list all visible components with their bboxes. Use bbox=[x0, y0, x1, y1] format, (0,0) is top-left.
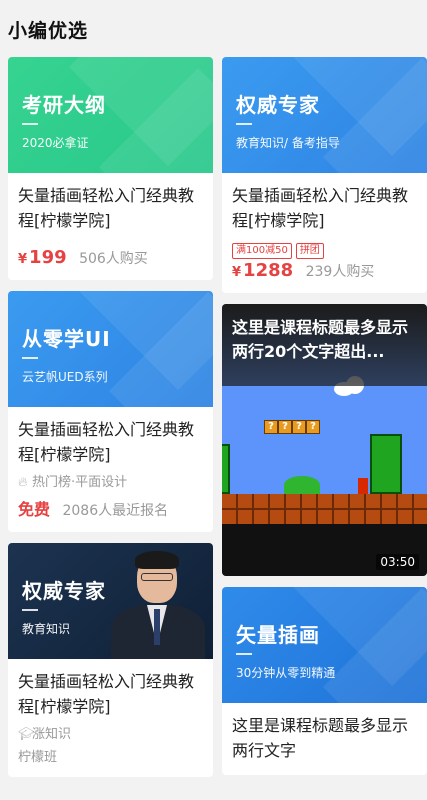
banner-title: 从零学UI bbox=[22, 327, 111, 351]
course-banner: 考研大纲 2020必拿证 bbox=[8, 57, 213, 173]
category-label: 热门榜·平面设计 bbox=[32, 475, 128, 490]
question-block: ? bbox=[306, 420, 320, 434]
banner-title: 权威专家 bbox=[236, 93, 320, 117]
video-duration: 03:50 bbox=[376, 554, 419, 570]
banner-divider bbox=[22, 357, 38, 359]
banner-subtitle: 云艺帆UED系列 bbox=[22, 370, 108, 384]
course-card[interactable]: 矢量插画 30分钟从零到精通 这里是课程标题最多显示两行文字 bbox=[222, 587, 427, 775]
course-card[interactable]: 从零学UI 云艺帆UED系列 矢量插画轻松入门经典教程[柠檬学院] 🔥︎ 热门榜·… bbox=[8, 291, 213, 532]
course-price: ¥1288 bbox=[232, 260, 294, 281]
left-column: 考研大纲 2020必拿证 矢量插画轻松入门经典教程[柠檬学院] ¥199 506… bbox=[8, 57, 213, 788]
hill-decoration bbox=[284, 476, 320, 494]
course-banner: 权威专家 教育知识 bbox=[8, 543, 213, 659]
discount-tag: 满100减50 bbox=[232, 243, 292, 259]
org-label: 柠檬班 bbox=[18, 750, 58, 765]
course-banner: 矢量插画 30分钟从零到精通 bbox=[222, 587, 427, 703]
question-block: ? bbox=[264, 420, 278, 434]
character-sprite bbox=[358, 478, 368, 494]
page-title: 小编优选 bbox=[8, 20, 89, 42]
course-card[interactable]: 权威专家 教育知识/ 备考指导 矢量插画轻松入门经典教程[柠檬学院] 满100减… bbox=[222, 57, 427, 293]
fire-icon: 🔥︎ bbox=[18, 475, 28, 490]
pipe-decoration bbox=[222, 444, 230, 494]
pipe-decoration bbox=[370, 434, 402, 494]
course-title: 这里是课程标题最多显示两行文字 bbox=[232, 716, 409, 760]
banner-subtitle: 教育知识 bbox=[22, 622, 71, 636]
course-card[interactable]: 考研大纲 2020必拿证 矢量插画轻松入门经典教程[柠檬学院] ¥199 506… bbox=[8, 57, 213, 280]
course-title: 矢量插画轻松入门经典教程[柠檬学院] bbox=[18, 672, 195, 716]
enrolled-count: 2086人最近报名 bbox=[62, 503, 169, 519]
banner-divider bbox=[236, 123, 252, 125]
course-banner: 从零学UI 云艺帆UED系列 bbox=[8, 291, 213, 407]
question-block: ? bbox=[292, 420, 306, 434]
banner-subtitle: 30分钟从零到精通 bbox=[236, 666, 336, 680]
course-banner: 权威专家 教育知识/ 备考指导 bbox=[222, 57, 427, 173]
course-card[interactable]: 权威专家 教育知识 矢量插画轻松入门经典教程[柠檬学院] 🎓︎涨知识 柠檬班 bbox=[8, 543, 213, 777]
buyer-count: 506人购买 bbox=[79, 251, 148, 267]
course-price: ¥199 bbox=[18, 247, 67, 268]
course-title: 矢量插画轻松入门经典教程[柠檬学院] bbox=[18, 420, 195, 464]
banner-subtitle: 2020必拿证 bbox=[22, 136, 89, 150]
buyer-count: 239人购买 bbox=[305, 264, 375, 280]
ground-decoration bbox=[222, 508, 427, 510]
banner-divider bbox=[236, 653, 252, 655]
right-column: 权威专家 教育知识/ 备考指导 矢量插画轻松入门经典教程[柠檬学院] 满100减… bbox=[222, 57, 427, 786]
video-course-card[interactable]: ? ? ? ? 这里是课程标题最多显示两行20个文字超出... 03:50 bbox=[222, 304, 427, 576]
category-label: 涨知识 bbox=[32, 727, 72, 742]
banner-title: 矢量插画 bbox=[236, 623, 320, 647]
banner-title: 考研大纲 bbox=[22, 93, 106, 117]
teacher-photo bbox=[103, 543, 213, 659]
course-title: 矢量插画轻松入门经典教程[柠檬学院] bbox=[232, 186, 409, 230]
banner-divider bbox=[22, 123, 38, 125]
course-title: 矢量插画轻松入门经典教程[柠檬学院] bbox=[18, 186, 195, 230]
banner-divider bbox=[22, 609, 38, 611]
group-buy-tag: 拼团 bbox=[295, 243, 324, 259]
question-block: ? bbox=[278, 420, 292, 434]
banner-subtitle: 教育知识/ 备考指导 bbox=[236, 136, 340, 150]
video-title: 这里是课程标题最多显示两行20个文字超出... bbox=[232, 318, 409, 361]
banner-title: 权威专家 bbox=[22, 579, 106, 603]
graduation-cap-icon: 🎓︎ bbox=[18, 727, 35, 742]
free-label: 免费 bbox=[18, 500, 51, 519]
promo-tags: 满100减50 拼团 bbox=[232, 238, 417, 259]
